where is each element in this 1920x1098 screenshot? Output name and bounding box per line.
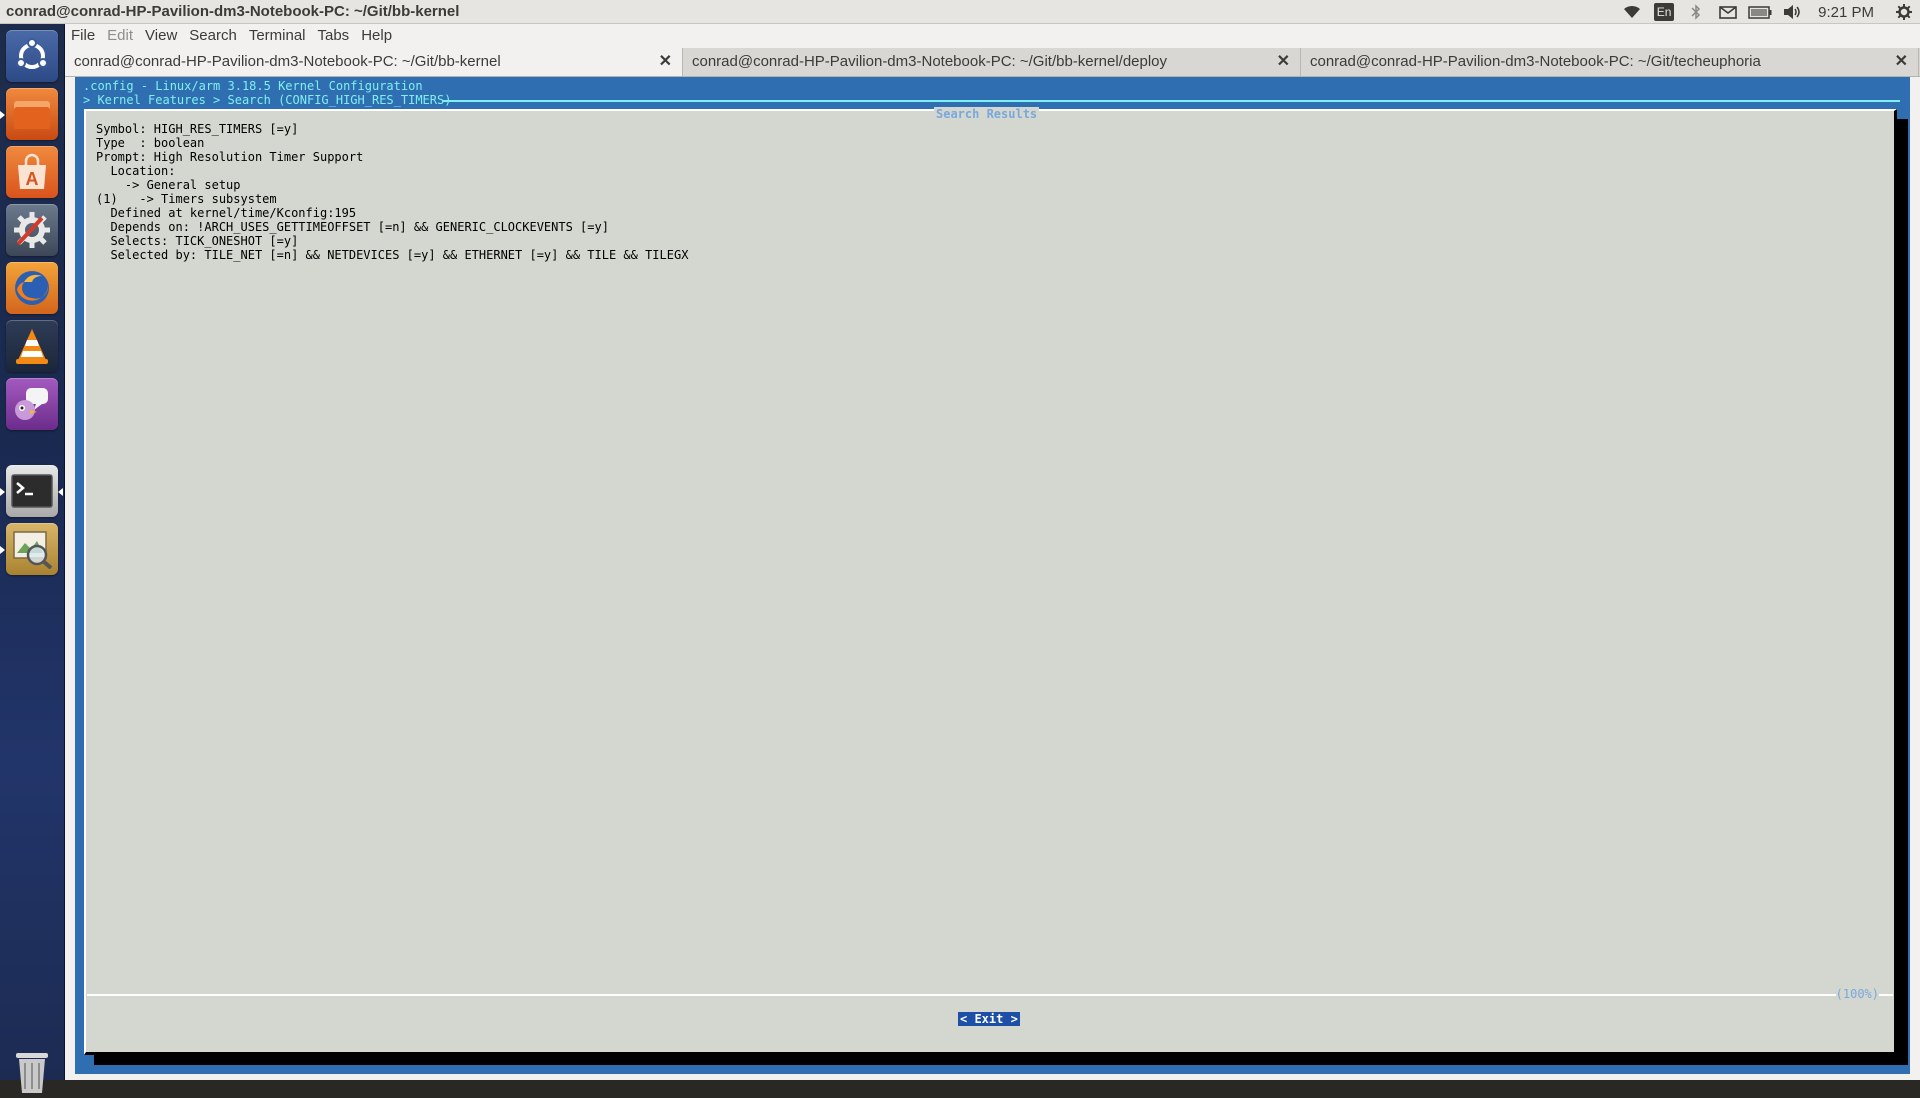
menu-tabs[interactable]: Tabs <box>312 24 356 48</box>
pidgin-button[interactable] <box>6 378 58 430</box>
indicator-area: En 9:21 PM <box>1616 0 1920 24</box>
dialog-separator <box>87 994 1893 996</box>
bluetooth-icon[interactable] <box>1680 0 1712 24</box>
pidgin-bird-icon <box>15 388 48 420</box>
menuconfig-breadcrumb: > Kernel Features > Search (CONFIG_HIGH_… <box>83 93 459 107</box>
tab-label: conrad@conrad-HP-Pavilion-dm3-Notebook-P… <box>74 53 501 70</box>
menu-search[interactable]: Search <box>183 24 243 48</box>
tab-bb-kernel-deploy[interactable]: conrad@conrad-HP-Pavilion-dm3-Notebook-P… <box>683 48 1301 76</box>
svg-text:A: A <box>26 169 39 189</box>
menu-terminal[interactable]: Terminal <box>243 24 312 48</box>
folder-icon <box>14 101 50 129</box>
tab-label: conrad@conrad-HP-Pavilion-dm3-Notebook-P… <box>692 53 1168 70</box>
search-results-dialog: Search Results Symbol: HIGH_RES_TIMERS [… <box>84 107 1897 1055</box>
firefox-icon <box>15 271 49 305</box>
close-icon[interactable]: ✕ <box>1895 48 1908 76</box>
trash-button[interactable] <box>6 1044 58 1098</box>
vlc-button[interactable] <box>6 320 58 372</box>
firefox-button[interactable] <box>6 262 58 314</box>
close-icon[interactable]: ✕ <box>1277 48 1290 76</box>
ubuntu-dash-button[interactable] <box>6 30 58 82</box>
result-line: -> General setup <box>96 178 241 192</box>
terminal-icon <box>11 474 53 508</box>
result-line: Defined at kernel/time/Kconfig:195 <box>96 206 357 220</box>
running-indicator <box>0 488 5 496</box>
shopping-bag-icon: A <box>18 153 46 189</box>
system-settings-button[interactable] <box>6 204 58 256</box>
session-gear-icon[interactable] <box>1888 0 1920 24</box>
breadcrumb-rule <box>442 100 1900 102</box>
menu-view[interactable]: View <box>139 24 183 48</box>
menuconfig-title: .config - Linux/arm 3.18.5 Kernel Config… <box>83 79 423 93</box>
result-line: (1) -> Timers subsystem <box>96 192 277 206</box>
tab-label: conrad@conrad-HP-Pavilion-dm3-Notebook-P… <box>1310 53 1761 70</box>
search-result-text: Symbol: HIGH_RES_TIMERS [=y] Type : bool… <box>96 122 688 262</box>
result-line: Symbol: HIGH_RES_TIMERS [=y] <box>96 122 299 136</box>
result-line: Selected by: TILE_NET [=n] && NETDEVICES… <box>96 248 689 262</box>
menubar: File Edit View Search Terminal Tabs Help <box>65 24 1920 48</box>
language-label: En <box>1653 3 1675 21</box>
close-icon[interactable]: ✕ <box>659 48 672 76</box>
tab-bb-kernel[interactable]: conrad@conrad-HP-Pavilion-dm3-Notebook-P… <box>65 48 683 76</box>
terminal-window: File Edit View Search Terminal Tabs Help… <box>65 24 1920 1080</box>
image-viewer-button[interactable] <box>6 523 58 575</box>
top-panel: conrad@conrad-HP-Pavilion-dm3-Notebook-P… <box>0 0 1920 24</box>
result-line: Type : boolean <box>96 136 205 150</box>
result-line: Prompt: High Resolution Timer Support <box>96 150 364 164</box>
exit-button[interactable]: < Exit > <box>958 1012 1020 1026</box>
software-center-button[interactable]: A <box>6 146 58 198</box>
image-viewer-icon <box>13 531 53 569</box>
trash-icon <box>16 1053 48 1093</box>
result-line: Selects: TICK_ONESHOT [=y] <box>96 234 299 248</box>
focused-indicator <box>58 488 63 496</box>
tab-techeuphoria[interactable]: conrad@conrad-HP-Pavilion-dm3-Notebook-P… <box>1301 48 1919 76</box>
window-title: conrad@conrad-HP-Pavilion-dm3-Notebook-P… <box>6 3 460 20</box>
vlc-cone-icon <box>16 329 48 364</box>
menu-help[interactable]: Help <box>355 24 398 48</box>
running-indicator <box>0 111 5 119</box>
clock[interactable]: 9:21 PM <box>1808 4 1888 21</box>
menu-edit[interactable]: Edit <box>101 24 139 48</box>
ubuntu-logo-icon <box>16 38 48 69</box>
settings-gear-wrench-icon <box>14 212 50 248</box>
dialog-title: Search Results <box>934 107 1040 121</box>
battery-icon[interactable] <box>1744 0 1776 24</box>
result-line: Depends on: !ARCH_USES_GETTIMEOFFSET [=n… <box>96 220 609 234</box>
result-line: Location: <box>96 164 176 178</box>
scroll-percent: (100%) <box>1835 987 1879 1001</box>
terminal-screen[interactable]: .config - Linux/arm 3.18.5 Kernel Config… <box>75 77 1910 1074</box>
running-indicator <box>0 546 5 554</box>
launcher: A <box>0 24 65 1093</box>
menu-file[interactable]: File <box>65 24 101 48</box>
tab-bar: conrad@conrad-HP-Pavilion-dm3-Notebook-P… <box>65 48 1920 77</box>
terminal-button[interactable] <box>6 465 58 517</box>
mail-icon[interactable] <box>1712 0 1744 24</box>
keyboard-layout-icon[interactable]: En <box>1648 0 1680 24</box>
volume-icon[interactable] <box>1776 0 1808 24</box>
files-button[interactable] <box>6 88 58 140</box>
wifi-icon[interactable] <box>1616 0 1648 24</box>
